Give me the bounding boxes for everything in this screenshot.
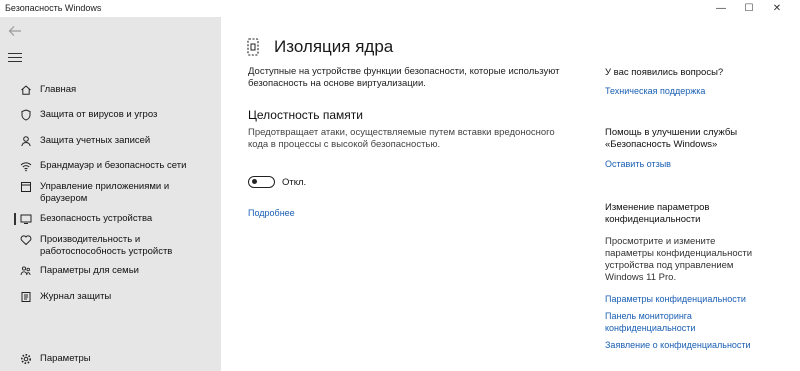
sidebar-item-label: Безопасность устройства [40, 213, 153, 224]
app-title: Безопасность Windows [5, 3, 102, 13]
back-arrow-icon[interactable] [8, 25, 28, 41]
sidebar-item-account-protection[interactable]: Защита учетных записей [0, 134, 221, 148]
sidebar-item-app-browser-control[interactable]: Управление приложениями и браузером [0, 180, 221, 205]
title-bar: Безопасность Windows — ☐ ✕ [0, 0, 800, 17]
memory-integrity-toggle[interactable] [248, 176, 275, 188]
learn-more-link[interactable]: Подробнее [248, 208, 295, 218]
page-description: Доступные на устройстве функции безопасн… [248, 66, 560, 89]
sidebar-item-label: Управление приложениями и браузером [40, 181, 170, 204]
app-browser-icon [19, 180, 33, 194]
sidebar-item-protection-history[interactable]: Журнал защиты [0, 290, 221, 304]
home-icon [19, 83, 33, 97]
privacy-text: Просмотрите и измените параметры конфиде… [605, 236, 753, 283]
sidebar: Главная Защита от вирусов и угроз Защита… [0, 17, 221, 371]
person-icon [19, 134, 33, 148]
privacy-settings-link[interactable]: Параметры конфиденциальности [605, 293, 746, 305]
sidebar-item-family-options[interactable]: Параметры для семьи [0, 264, 221, 278]
core-isolation-icon [246, 38, 260, 56]
privacy-dashboard-link[interactable]: Панель мониторинга конфиденциальности [605, 310, 720, 334]
support-link[interactable]: Техническая поддержка [605, 85, 705, 97]
sidebar-item-home[interactable]: Главная [0, 83, 221, 97]
heart-icon [19, 233, 33, 247]
gear-icon [19, 352, 33, 366]
history-icon [19, 290, 33, 304]
close-button[interactable]: ✕ [763, 0, 791, 17]
sidebar-item-virus-protection[interactable]: Защита от вирусов и угроз [0, 108, 221, 122]
toggle-state-label: Откл. [282, 177, 307, 188]
sidebar-item-label: Производительность и работоспособность у… [40, 234, 173, 257]
device-icon [19, 212, 33, 226]
sidebar-item-label: Журнал защиты [40, 291, 112, 302]
sidebar-item-device-security[interactable]: Безопасность устройства [0, 212, 221, 226]
shield-icon [19, 108, 33, 122]
privacy-statement-link[interactable]: Заявление о конфиденциальности [605, 339, 751, 351]
sidebar-item-label: Защита от вирусов и угроз [40, 109, 158, 120]
hamburger-icon[interactable] [8, 53, 22, 63]
sidebar-item-settings[interactable]: Параметры [0, 352, 221, 366]
wifi-icon [19, 159, 33, 173]
privacy-heading: Изменение параметров конфиденциальности [605, 202, 710, 225]
sidebar-item-label: Параметры [40, 353, 91, 364]
sidebar-item-label: Главная [40, 84, 77, 95]
sidebar-item-label: Параметры для семьи [40, 265, 139, 276]
sidebar-item-firewall[interactable]: Брандмауэр и безопасность сети [0, 159, 221, 173]
sidebar-item-label: Брандмауэр и безопасность сети [40, 160, 187, 171]
improve-heading: Помощь в улучшении службы «Безопасность … [605, 127, 738, 150]
section-description: Предотвращает атаки, осуществляемые путе… [248, 127, 555, 150]
sidebar-item-device-performance[interactable]: Производительность и работоспособность у… [0, 233, 221, 258]
section-title: Целостность памяти [248, 108, 363, 122]
feedback-link[interactable]: Оставить отзыв [605, 158, 671, 170]
maximize-button[interactable]: ☐ [735, 0, 763, 17]
main-content: Изоляция ядра Доступные на устройстве фу… [221, 17, 800, 371]
family-icon [19, 264, 33, 278]
page-title: Изоляция ядра [274, 37, 394, 56]
questions-heading: У вас появились вопросы? [605, 67, 724, 78]
sidebar-item-label: Защита учетных записей [40, 135, 151, 146]
minimize-button[interactable]: — [707, 0, 735, 17]
